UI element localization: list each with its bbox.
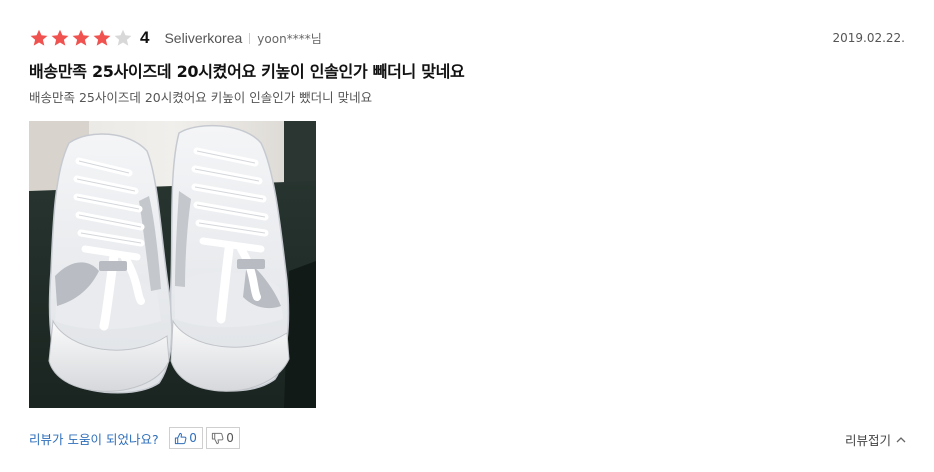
star-filled-icon (30, 29, 48, 46)
review-title: 배송만족 25사이즈데 20시켰어요 키높이 인솔인가 빼더니 맞네요 (29, 62, 465, 81)
reviewer-name: yoon****님 (257, 31, 322, 46)
chevron-up-icon (896, 437, 906, 443)
thumbs-down-icon (212, 432, 224, 444)
star-rating (29, 29, 134, 47)
helpful-section: 리뷰가 도움이 되었나요? 0 0 (29, 426, 243, 450)
seller-name: Seliverkorea (164, 30, 243, 46)
thumbs-up-icon (175, 432, 187, 444)
divider (249, 32, 251, 44)
star-filled-icon (51, 29, 69, 46)
review-photo[interactable] (29, 121, 316, 408)
helpful-question: 리뷰가 도움이 되었나요? (29, 431, 159, 447)
helpful-yes-count: 0 (189, 431, 197, 445)
star-filled-icon (93, 29, 111, 46)
collapse-review-label: 리뷰접기 (844, 433, 891, 448)
review-item: 4 Seliverkorea yoon****님 2019.02.22. 배송만… (0, 0, 934, 472)
collapse-review-button[interactable]: 리뷰접기 (845, 430, 906, 449)
review-body: 배송만족 25사이즈데 20시켰어요 키높이 인솔인가 뺐더니 맞네요 (29, 90, 373, 105)
sneakers-photo (29, 121, 316, 408)
star-filled-icon (72, 29, 90, 46)
helpful-yes-button[interactable]: 0 (168, 427, 203, 449)
review-header: 4 Seliverkorea yoon****님 (29, 28, 322, 48)
star-empty-icon (114, 29, 132, 46)
helpful-no-count: 0 (226, 431, 234, 445)
rating-score: 4 (140, 28, 150, 47)
helpful-no-button[interactable]: 0 (205, 427, 240, 449)
review-date: 2019.02.22. (832, 31, 905, 45)
